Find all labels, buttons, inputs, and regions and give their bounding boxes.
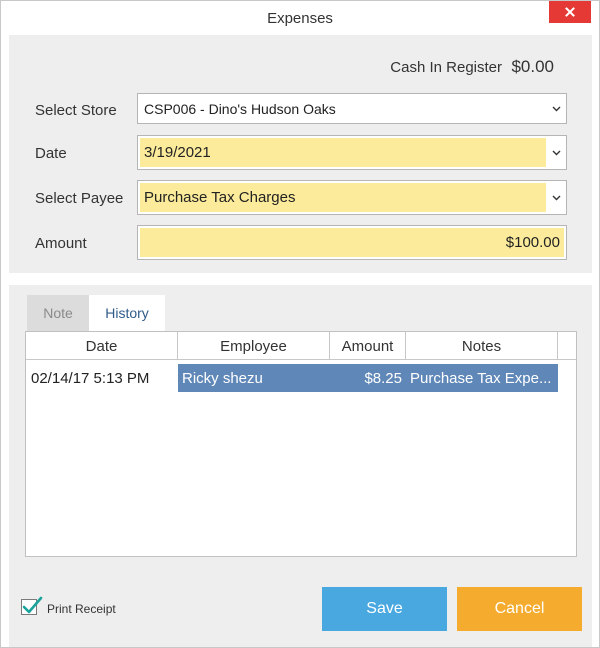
tab-history[interactable]: History <box>89 295 165 331</box>
payee-select[interactable]: Purchase Tax Charges <box>137 180 567 215</box>
title-bar: Expenses <box>1 1 599 35</box>
print-receipt-checkbox[interactable] <box>21 596 43 615</box>
store-select[interactable]: CSP006 - Dino's Hudson Oaks <box>137 93 567 124</box>
tab-note[interactable]: Note <box>27 295 89 331</box>
expenses-dialog: Expenses Cash In Register $0.00 Select S… <box>0 0 600 648</box>
date-picker[interactable]: 3/19/2021 <box>137 135 567 170</box>
checkmark-icon <box>22 596 43 614</box>
amount-value: $100.00 <box>140 228 564 257</box>
select-store-label: Select Store <box>35 102 117 119</box>
divider <box>9 273 592 285</box>
chevron-down-icon[interactable] <box>548 136 564 169</box>
column-header-filler <box>558 332 576 360</box>
print-receipt-label[interactable]: Print Receipt <box>47 602 116 616</box>
cell-date: 02/14/17 5:13 PM <box>26 364 178 392</box>
expense-form: Cash In Register $0.00 Select Store CSP0… <box>9 35 592 273</box>
grid-header: Date Employee Amount Notes <box>26 332 576 360</box>
table-row[interactable]: 02/14/17 5:13 PM Ricky shezu $8.25 Purch… <box>26 364 576 392</box>
cancel-button[interactable]: Cancel <box>457 587 582 631</box>
chevron-down-icon[interactable] <box>548 94 564 123</box>
dialog-footer: Print Receipt Save Cancel <box>9 573 592 647</box>
select-payee-label: Select Payee <box>35 190 124 207</box>
cell-notes: Purchase Tax Expe... <box>406 364 558 392</box>
window-title: Expenses <box>267 10 333 27</box>
column-header-employee[interactable]: Employee <box>178 332 330 360</box>
column-header-amount[interactable]: Amount <box>330 332 406 360</box>
column-header-notes[interactable]: Notes <box>406 332 558 360</box>
date-label: Date <box>35 145 67 162</box>
cash-in-register-label: Cash In Register <box>390 59 502 76</box>
close-button[interactable] <box>549 1 591 23</box>
cell-employee: Ricky shezu <box>178 364 330 392</box>
amount-label: Amount <box>35 235 87 252</box>
amount-field[interactable]: $100.00 <box>137 225 567 260</box>
close-icon <box>565 7 575 17</box>
dialog-content: Cash In Register $0.00 Select Store CSP0… <box>9 35 592 647</box>
store-select-value: CSP006 - Dino's Hudson Oaks <box>144 100 336 117</box>
cash-in-register-value: $0.00 <box>511 57 554 76</box>
chevron-down-icon[interactable] <box>548 181 564 214</box>
cell-amount: $8.25 <box>330 364 406 392</box>
save-button[interactable]: Save <box>322 587 447 631</box>
tabs-panel: Note History Date Employee Amount Notes … <box>9 285 592 573</box>
date-value: 3/19/2021 <box>140 138 546 167</box>
payee-value: Purchase Tax Charges <box>140 183 546 212</box>
history-grid: Date Employee Amount Notes 02/14/17 5:13… <box>25 331 577 557</box>
column-header-date[interactable]: Date <box>26 332 178 360</box>
